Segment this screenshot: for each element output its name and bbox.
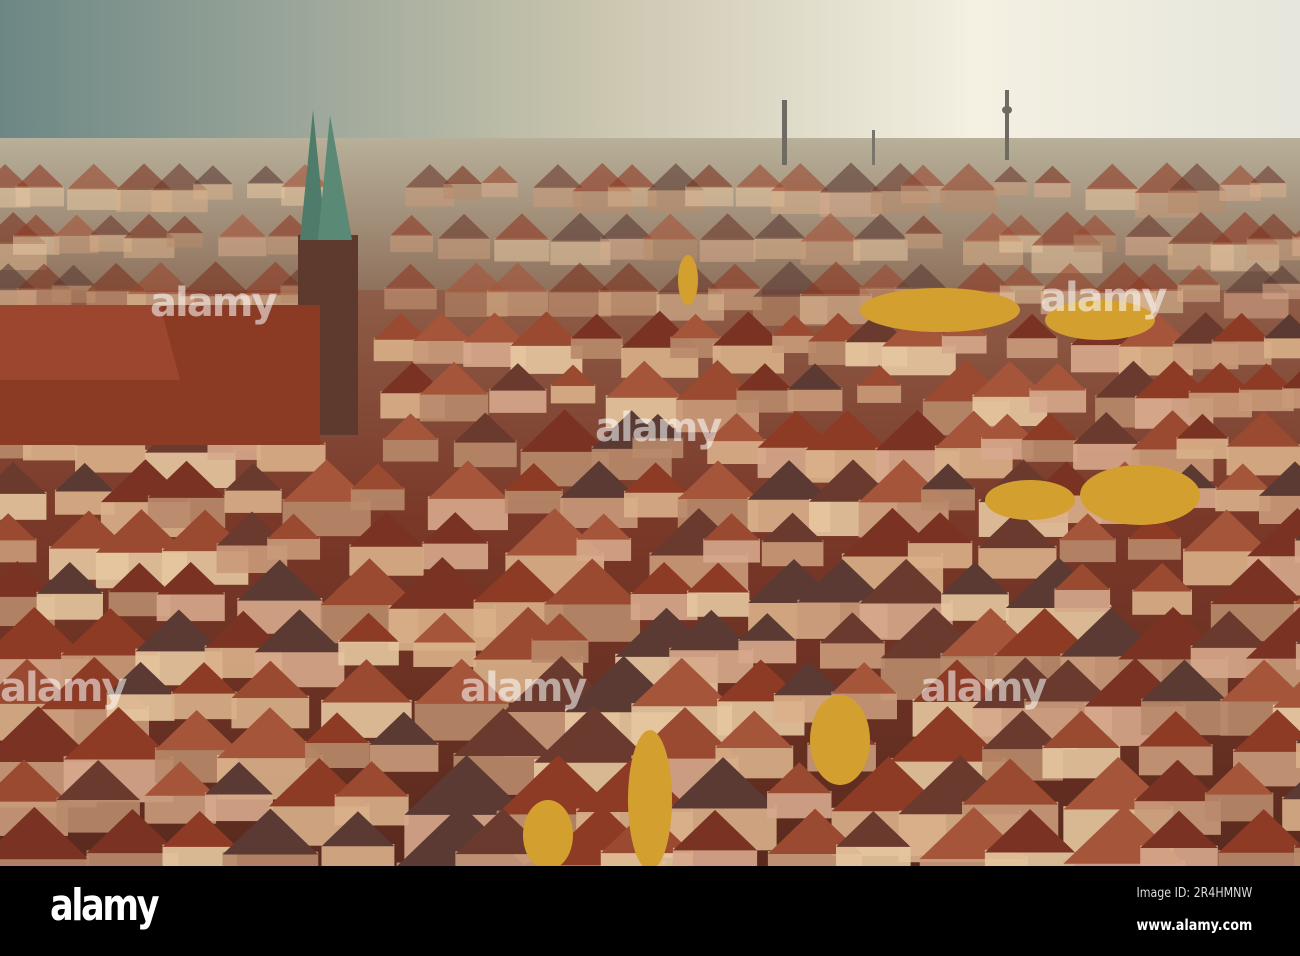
watermark: alamy: [460, 665, 587, 711]
stock-photo-frame: alamy alamy alamy alamy alamy alamy alam…: [0, 0, 1300, 956]
watermark: alamy: [595, 405, 722, 451]
footer-bar: alamy Image ID: 2R4HMNW www.alamy.com: [0, 866, 1300, 956]
website-url: www.alamy.com: [1136, 916, 1252, 934]
alamy-logo: alamy: [50, 880, 160, 931]
chimney: [782, 100, 787, 165]
chimney: [872, 130, 875, 165]
image-id: Image ID: 2R4HMNW: [1136, 886, 1252, 901]
sky: [0, 0, 1300, 150]
watermark: alamy: [1040, 275, 1167, 321]
watermark: alamy: [0, 665, 127, 711]
watermark: alamy: [150, 280, 277, 326]
watermark: alamy: [920, 665, 1047, 711]
